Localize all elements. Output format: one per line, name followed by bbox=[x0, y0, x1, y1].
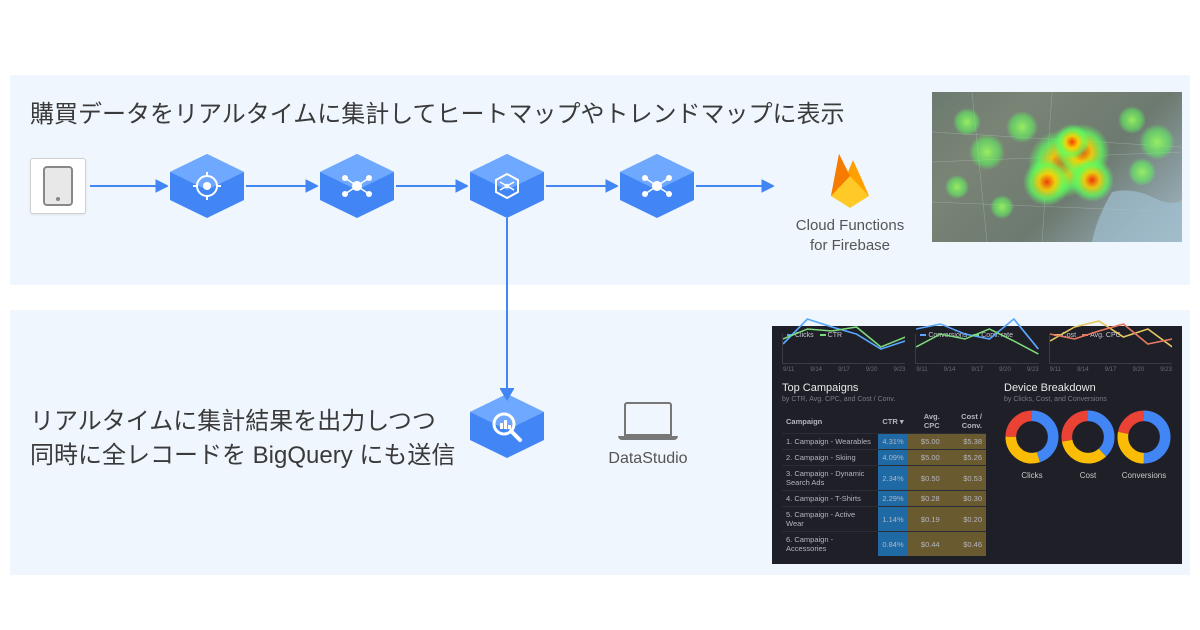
table-row: 3. Campaign - Dynamic Search Ads2.34%$0.… bbox=[782, 466, 986, 491]
dash-chart-conversions: ConversionsConv. rate 9/119/149/179/209/… bbox=[915, 334, 1038, 364]
dash-chart-clicks: ClicksCTR 9/119/149/179/209/23 bbox=[782, 334, 905, 364]
donut-clicks bbox=[1004, 409, 1060, 465]
donut-cost bbox=[1060, 409, 1116, 465]
arrow-2 bbox=[246, 178, 318, 194]
gcp-hex-2 bbox=[320, 154, 394, 218]
tablet-icon bbox=[43, 166, 73, 206]
datastudio-block: DataStudio bbox=[598, 402, 698, 468]
arrow-5 bbox=[696, 178, 774, 194]
firebase-flame-icon bbox=[823, 146, 877, 210]
gcp-hex-bigquery bbox=[470, 394, 544, 458]
firebase-label: Cloud Functions for Firebase bbox=[780, 216, 920, 257]
table-row: 5. Campaign - Active Wear1.14%$0.19$0.20 bbox=[782, 507, 986, 532]
gcp-hex-4 bbox=[620, 154, 694, 218]
firebase-block: Cloud Functions for Firebase bbox=[780, 146, 920, 257]
datastudio-label: DataStudio bbox=[598, 450, 698, 468]
dash-chart-cost: CostAvg. CPC 9/119/149/179/209/23 bbox=[1049, 334, 1172, 364]
donut-conversions bbox=[1116, 409, 1172, 465]
gcp-hex-3 bbox=[470, 154, 544, 218]
heatmap-image bbox=[932, 92, 1182, 242]
bottom-panel-headline: リアルタイムに集計結果を出力しつつ 同時に全レコードを BigQuery にも送… bbox=[30, 405, 455, 472]
arrow-4 bbox=[546, 178, 618, 194]
gcp-hex-1 bbox=[170, 154, 244, 218]
device-source-box bbox=[30, 158, 86, 214]
table-row: 1. Campaign - Wearables4.31%$5.00$5.38 bbox=[782, 434, 986, 450]
table-row: 6. Campaign - Accessories0.84%$0.44$0.46 bbox=[782, 532, 986, 557]
arrow-3 bbox=[396, 178, 468, 194]
arrow-1 bbox=[90, 178, 168, 194]
table-row: 2. Campaign - Skiing4.09%$5.00$5.26 bbox=[782, 450, 986, 466]
dashboard-image: ClicksCTR 9/119/149/179/209/23 Conversio… bbox=[772, 326, 1182, 564]
dash-device-breakdown: Device Breakdown by Clicks, Cost, and Co… bbox=[1004, 382, 1172, 556]
arrow-down bbox=[500, 388, 514, 402]
top-panel-headline: 購買データをリアルタイムに集計してヒートマップやトレンドマップに表示 bbox=[30, 98, 845, 132]
laptop-icon bbox=[624, 402, 672, 436]
dash-top-campaigns: Top Campaigns by CTR, Avg. CPC, and Cost… bbox=[782, 382, 986, 556]
vertical-connector bbox=[506, 218, 508, 394]
table-row: 4. Campaign - T-Shirts2.29%$0.28$0.30 bbox=[782, 491, 986, 507]
